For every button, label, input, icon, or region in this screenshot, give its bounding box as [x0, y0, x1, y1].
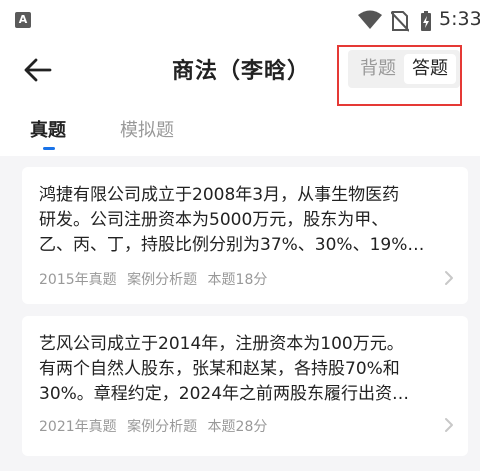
status-clock: 5:33 — [439, 8, 480, 30]
page-title: 商法（李晗） — [172, 59, 311, 84]
question-score: 本题18分 — [207, 272, 268, 288]
battery-charging-icon — [421, 11, 431, 31]
active-tab-indicator — [43, 147, 55, 150]
question-text: 艺风公司成立于2014年，注册资本为100万元。 有两个自然人股东，张某和赵某，… — [39, 332, 455, 407]
notification-app-icon: A — [15, 12, 31, 28]
question-list: 鸿捷有限公司成立于2008年3月，从事生物医药 研发。公司注册资本为5000万元… — [0, 156, 480, 471]
question-year: 2015年真题 — [39, 272, 117, 288]
status-bar: A 5:33 — [0, 0, 480, 40]
tab-bar: 真题 模拟题 — [0, 108, 480, 154]
question-score: 本题28分 — [207, 419, 268, 435]
question-text-line: 艺风公司成立于2014年，注册资本为100万元。 — [39, 334, 404, 354]
question-text-line: 研发。公司注册资本为5000万元，股东为甲、 — [39, 210, 389, 230]
question-meta: 2021年真题 案例分析题 本题28分 — [39, 416, 273, 436]
tab-mock-exam[interactable]: 模拟题 — [120, 116, 174, 142]
question-card[interactable]: 鸿捷有限公司成立于2008年3月，从事生物医药 研发。公司注册资本为5000万元… — [22, 167, 468, 304]
question-year: 2021年真题 — [39, 419, 117, 435]
question-type: 案例分析题 — [127, 419, 198, 435]
question-text-line: 30%。章程约定，2024年之前两股东履行出资… — [39, 384, 410, 404]
question-text-line: 有两个自然人股东，张某和赵某，各持股70%和 — [39, 359, 400, 379]
chevron-right-icon — [445, 418, 453, 432]
question-meta: 2015年真题 案例分析题 本题18分 — [39, 269, 273, 289]
question-text-line: 乙、丙、丁，持股比例分别为37%、30%、19%… — [39, 235, 425, 255]
tab-real-exam[interactable]: 真题 — [30, 116, 66, 142]
mode-answer-button[interactable]: 答题 — [404, 54, 456, 84]
header-bar: 商法（李晗） 背题 答题 — [0, 40, 480, 100]
question-text: 鸿捷有限公司成立于2008年3月，从事生物医药 研发。公司注册资本为5000万元… — [39, 183, 455, 258]
chevron-right-icon — [445, 271, 453, 285]
back-arrow-icon[interactable] — [20, 52, 56, 88]
no-sim-icon — [391, 11, 409, 32]
question-card[interactable]: 艺风公司成立于2014年，注册资本为100万元。 有两个自然人股东，张某和赵某，… — [22, 316, 468, 456]
question-text-line: 鸿捷有限公司成立于2008年3月，从事生物医药 — [39, 185, 400, 205]
mode-recite-button[interactable]: 背题 — [352, 54, 404, 84]
question-type: 案例分析题 — [127, 272, 198, 288]
wifi-icon — [358, 10, 382, 29]
mode-toggle: 背题 答题 — [348, 50, 460, 88]
